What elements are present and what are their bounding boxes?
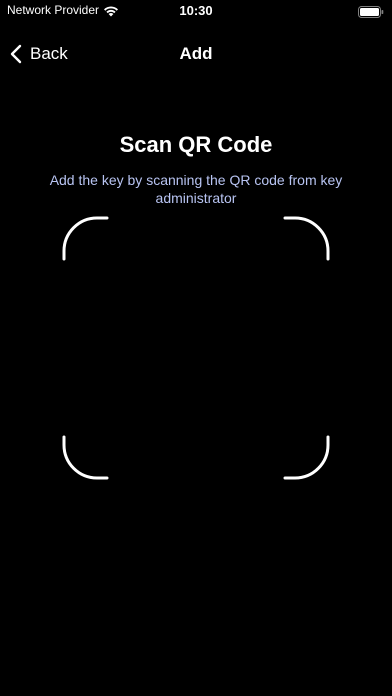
status-bar: Network Provider 10:30 — [0, 0, 392, 22]
scan-corner-bottom-right — [283, 435, 330, 480]
status-time: 10:30 — [179, 3, 213, 18]
navigation-bar: Back Add — [0, 22, 392, 86]
qr-scan-frame — [62, 216, 330, 480]
scan-corner-top-right — [283, 216, 330, 261]
scan-title: Scan QR Code — [119, 132, 273, 157]
scan-corner-bottom-left — [62, 435, 109, 480]
scan-corner-top-left — [62, 216, 109, 261]
battery-icon — [358, 5, 384, 18]
scan-instructions: Add the key by scanning the QR code from… — [49, 172, 343, 206]
nav-title: Add — [179, 44, 213, 63]
